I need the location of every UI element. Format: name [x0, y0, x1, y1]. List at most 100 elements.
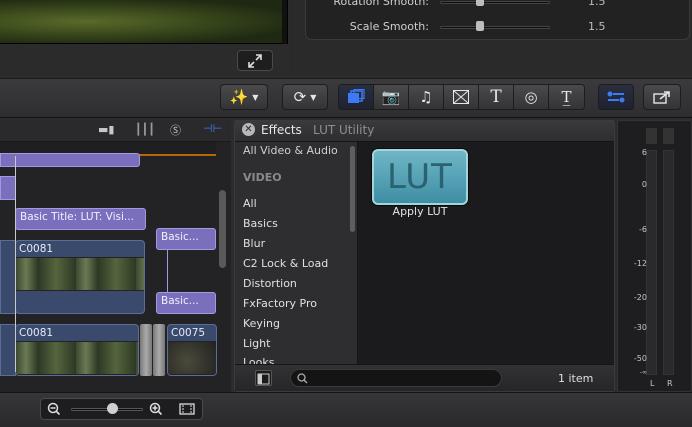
title-clip-basic-2[interactable]: Basic... [156, 292, 216, 314]
expand-icon [248, 53, 262, 68]
playhead[interactable] [15, 156, 16, 372]
meter-label: -12 [633, 259, 647, 268]
sidebar-toggle-icon [257, 373, 270, 385]
rotation-smooth-label: Rotation Smooth: [333, 0, 429, 8]
zoom-in-icon[interactable] [149, 402, 163, 416]
categories-scrollbar[interactable] [350, 146, 355, 232]
music-browser-button[interactable]: ♫ [409, 85, 444, 109]
meter-right [663, 150, 674, 375]
transitions-icon [453, 90, 469, 104]
category-all-video-audio[interactable]: All Video & Audio [243, 144, 338, 157]
video-clip-edge-2[interactable] [0, 324, 16, 376]
magic-wand-icon: ✨ [229, 88, 249, 106]
themes-browser-button[interactable]: T̲ [549, 85, 584, 109]
photos-browser-button[interactable]: 📷 [374, 85, 409, 109]
clip-name: C0075 [171, 327, 206, 339]
generators-browser-button[interactable]: ◎ [514, 85, 549, 109]
timeline-scrollbar[interactable] [219, 190, 226, 268]
category-basics[interactable]: Basics [243, 217, 278, 230]
video-clip-edge[interactable] [0, 240, 16, 314]
close-icon[interactable]: ✕ [242, 123, 255, 136]
title-clip-basic-1[interactable]: Basic... [156, 228, 216, 250]
category-looks[interactable]: Looks [243, 356, 275, 364]
transitions-browser-button[interactable] [444, 85, 479, 109]
titles-browser-button[interactable]: T [479, 85, 514, 109]
clip-appearance-icon[interactable] [179, 402, 195, 416]
category-distortion[interactable]: Distortion [243, 277, 297, 290]
snapping-icon[interactable]: ⊣⊢ [203, 122, 222, 135]
clip-thumbnails [16, 341, 138, 375]
scale-smooth-knob[interactable] [476, 21, 484, 31]
apply-lut-thumbnail[interactable]: LUT [372, 149, 468, 205]
rotation-smooth-value[interactable]: 1.5 [588, 0, 606, 8]
clip-name: C0081 [19, 327, 54, 339]
meter-peak-right [663, 128, 674, 144]
audio-waveform-icon[interactable]: ┃┃┃ [135, 123, 155, 136]
effects-browser-button[interactable] [339, 85, 374, 109]
retime-button[interactable]: ⟳ ▼ [282, 84, 328, 110]
meter-label: -6 [639, 225, 647, 234]
retime-icon: ⟳ [293, 88, 307, 106]
clip-thumbnails [16, 257, 144, 291]
inspector-toggle-button[interactable] [598, 84, 634, 110]
rotation-smooth-knob[interactable] [476, 0, 484, 6]
chevron-down-icon: ▼ [310, 92, 317, 102]
category-blur[interactable]: Blur [243, 237, 265, 250]
themes-icon: T̲ [561, 88, 572, 106]
meter-peak-left [646, 128, 657, 144]
category-light[interactable]: Light [243, 337, 270, 350]
video-clip-c0081-2[interactable]: C0081 [15, 324, 139, 376]
solo-icon[interactable]: Ⓢ [170, 122, 181, 138]
music-icon: ♫ [419, 88, 433, 106]
meter-channel-left: L [650, 379, 655, 388]
scale-smooth-slider[interactable] [440, 26, 550, 29]
video-clip-c0081[interactable]: C0081 [15, 240, 145, 314]
connection-line [167, 250, 168, 294]
effects-subtitle: LUT Utility [313, 123, 375, 137]
generators-icon: ◎ [524, 88, 538, 106]
clip-name: C0081 [19, 243, 54, 255]
zoom-slider-knob[interactable] [107, 403, 118, 414]
clip-thumbnails [168, 341, 216, 375]
rotation-smooth-slider[interactable] [440, 1, 550, 4]
effects-title: Effects [261, 123, 302, 137]
share-icon [653, 91, 670, 104]
video-clip-c0075[interactable]: C0075 [167, 324, 217, 376]
share-button[interactable] [643, 84, 681, 110]
apply-lut-label[interactable]: Apply LUT [372, 205, 468, 218]
zoom-out-icon[interactable] [47, 402, 61, 416]
fullscreen-button[interactable] [237, 50, 273, 71]
category-all[interactable]: All [243, 197, 257, 210]
viewer-frame [0, 0, 282, 44]
clip-appearance-icon[interactable]: ▬▮ [98, 123, 114, 136]
video-effects-icon [348, 89, 365, 103]
sidebar-toggle-button[interactable] [255, 370, 272, 386]
title-clip-top[interactable] [0, 153, 140, 167]
effects-header: ✕ Effects LUT Utility [235, 121, 614, 142]
item-count: 1 item [558, 372, 594, 385]
scale-smooth-value[interactable]: 1.5 [588, 20, 606, 33]
category-heading-video: VIDEO [243, 171, 282, 184]
meter-label: 6 [641, 148, 647, 157]
category-keying[interactable]: Keying [243, 317, 280, 330]
effects-search-input[interactable] [290, 369, 502, 387]
media-browser-group: 📷 ♫ T ◎ T̲ [338, 84, 585, 110]
meter-channel-right: R [667, 379, 673, 388]
chevron-down-icon: ▼ [252, 92, 259, 102]
meter-label: 0 [641, 180, 647, 189]
enhancements-button[interactable]: ✨ ▼ [220, 84, 268, 110]
category-c2-lock-load[interactable]: C2 Lock & Load [243, 257, 328, 270]
zoom-controls [40, 398, 203, 420]
titles-icon: T [490, 87, 502, 107]
camera-icon: 📷 [381, 88, 401, 106]
category-fxfactory-pro[interactable]: FxFactory Pro [243, 297, 317, 310]
meter-label: -20 [633, 293, 647, 302]
meter-label: -∞ [639, 369, 647, 376]
meter-left [646, 150, 657, 375]
title-clip-lut[interactable]: Basic Title: LUT: Visi... [15, 208, 146, 230]
title-clip-edge[interactable] [0, 176, 16, 200]
category-looks-clip: Looks [235, 355, 350, 364]
transition-marker[interactable] [140, 324, 152, 376]
transition-marker-2[interactable] [153, 324, 165, 376]
timeline-header: ▬▮ ┃┃┃ Ⓢ ⊣⊢ [0, 120, 231, 142]
